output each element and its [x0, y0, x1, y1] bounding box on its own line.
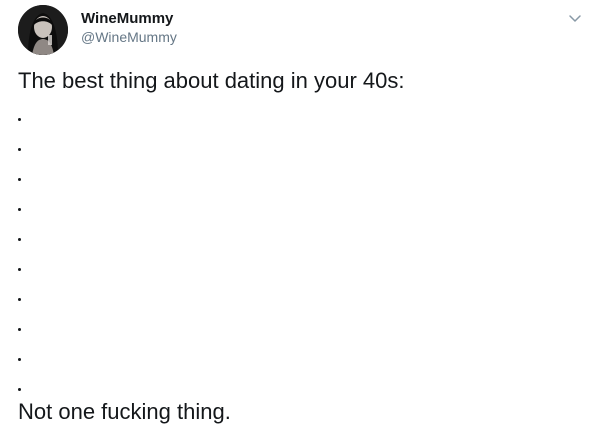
tweet-dot — [18, 328, 21, 331]
avatar-image — [18, 5, 68, 55]
tweet-dot — [18, 388, 21, 391]
tweet-text-last-line: Not one fucking thing. — [18, 399, 231, 424]
author-display-name[interactable]: WineMummy — [81, 10, 177, 28]
tweet-text-first-line: The best thing about dating in your 40s: — [18, 68, 405, 93]
author-names: WineMummy @WineMummy — [81, 10, 177, 46]
avatar[interactable] — [18, 5, 68, 55]
tweet-header: WineMummy @WineMummy — [18, 5, 588, 57]
tweet-dot — [18, 208, 21, 211]
author-handle[interactable]: @WineMummy — [81, 28, 177, 46]
tweet-dot — [18, 238, 21, 241]
tweet-dot — [18, 358, 21, 361]
tweet-dot — [18, 178, 21, 181]
tweet-dot — [18, 298, 21, 301]
chevron-down-icon[interactable] — [568, 11, 582, 22]
tweet-dot — [18, 148, 21, 151]
tweet-dot — [18, 118, 21, 121]
tweet-dot — [18, 268, 21, 271]
tweet: WineMummy @WineMummy The best thing abou… — [0, 0, 600, 442]
